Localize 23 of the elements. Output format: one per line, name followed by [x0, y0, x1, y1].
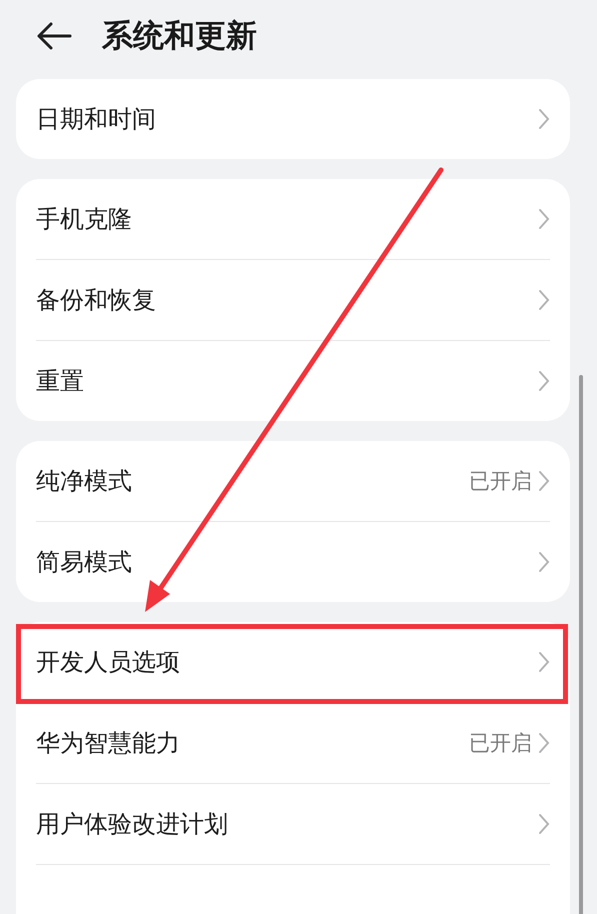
page-title: 系统和更新	[102, 17, 257, 56]
setting-label[interactable]: 手机克隆	[36, 203, 538, 235]
chevron-right-icon	[538, 289, 550, 311]
setting-label[interactable]: 开发人员选项	[36, 646, 538, 678]
chevron-right-icon	[538, 470, 550, 492]
chevron-right-icon	[538, 651, 550, 673]
setting-label[interactable]: 日期和时间	[36, 103, 538, 135]
status-text: 已开启	[469, 468, 532, 495]
setting-label[interactable]: 用户体验改进计划	[36, 808, 538, 840]
setting-label[interactable]: 重置	[36, 365, 538, 397]
chevron-right-icon	[538, 208, 550, 230]
chevron-right-icon	[538, 732, 550, 754]
chevron-right-icon	[538, 370, 550, 392]
back-button[interactable]	[36, 21, 72, 51]
setting-label[interactable]: 简易模式	[36, 546, 538, 578]
setting-label[interactable]: 备份和恢复	[36, 284, 538, 316]
setting-label[interactable]: 华为智慧能力	[36, 727, 469, 759]
chevron-right-icon	[538, 108, 550, 130]
chevron-right-icon	[538, 813, 550, 835]
setting-label[interactable]: 纯净模式	[36, 465, 469, 497]
back-arrow-icon	[36, 21, 72, 51]
chevron-right-icon	[538, 551, 550, 573]
status-text: 已开启	[469, 730, 532, 757]
